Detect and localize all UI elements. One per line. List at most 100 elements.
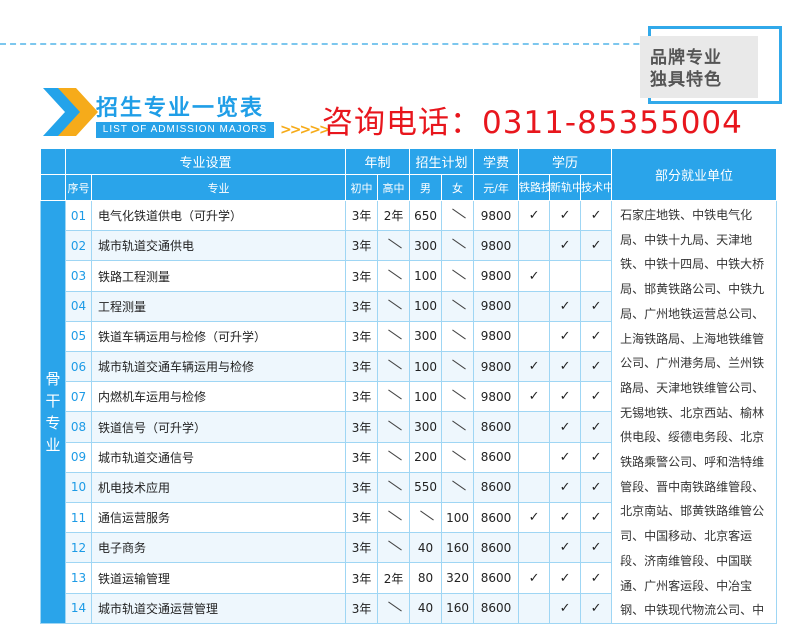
header-education: 学历	[518, 148, 613, 175]
cell-junior: 3年	[345, 260, 379, 292]
cell-jishu: ✓	[580, 411, 613, 443]
diagonal-dash-icon	[385, 269, 403, 281]
page-subtitle: LIST OF ADMISSION MAJORS	[96, 122, 274, 138]
cell-major: 铁道信号（可升学）	[90, 411, 347, 443]
cell-xingui: ✓	[549, 592, 582, 624]
cell-senior	[377, 471, 411, 504]
page-title: 招生专业一览表	[96, 96, 265, 121]
cell-female	[441, 411, 475, 443]
cell-fee: 8600	[473, 502, 520, 534]
table-body: 骨干专业 01 电气化铁道供电（可升学） 3年 2年 650 9800 ✓ ✓ ✓ 石家庄地铁、中铁…	[40, 199, 778, 624]
cell-seq: 14	[65, 592, 92, 624]
cell-senior	[377, 230, 411, 262]
cell-major: 通信运营服务	[90, 502, 347, 534]
diagonal-dash-icon	[449, 389, 467, 401]
cell-xingui: ✓	[549, 532, 582, 564]
cell-major: 电子商务	[90, 532, 347, 564]
cell-major: 城市轨道交通供电	[90, 230, 347, 262]
cell-senior	[377, 320, 411, 353]
diagonal-dash-icon	[449, 329, 467, 341]
cell-jishu: ✓	[580, 471, 613, 504]
header-enrollment-plan: 招生计划	[409, 148, 475, 175]
brand-slogan: 品牌专业 独具特色	[650, 47, 722, 91]
diagonal-dash-icon	[385, 389, 403, 401]
cell-junior: 3年	[345, 532, 379, 564]
cell-major: 内燃机车运用与检修	[90, 381, 347, 413]
header-tuition: 学费	[473, 148, 520, 175]
cell-junior: 3年	[345, 411, 379, 443]
cell-seq: 04	[65, 290, 92, 322]
cell-male: 300	[409, 230, 443, 262]
header-seq: 序号	[65, 174, 92, 201]
cell-tielu: ✓	[518, 260, 551, 292]
cell-xingui: ✓	[549, 381, 582, 413]
cell-junior: 3年	[345, 592, 379, 624]
cell-fee: 9800	[473, 351, 520, 383]
cell-junior: 3年	[345, 562, 379, 594]
cell-jishu: ✓	[580, 441, 613, 473]
cell-major: 铁道运输管理	[90, 562, 347, 594]
cell-male: 200	[409, 441, 443, 473]
diagonal-dash-icon	[449, 299, 467, 311]
cell-major: 工程测量	[90, 290, 347, 322]
cell-tielu: ✓	[518, 199, 551, 232]
cell-seq: 09	[65, 441, 92, 473]
cell-seq: 08	[65, 411, 92, 443]
diagonal-dash-icon	[385, 420, 403, 432]
cell-seq: 10	[65, 471, 92, 504]
cell-tielu	[518, 471, 551, 504]
cell-seq: 01	[65, 199, 92, 232]
phone-number: 咨询电话：0311-85355004	[322, 105, 743, 141]
diagonal-dash-icon	[449, 480, 467, 492]
cell-male	[409, 502, 443, 534]
cell-fee: 8600	[473, 441, 520, 473]
diagonal-dash-icon	[385, 540, 403, 552]
cell-senior	[377, 502, 411, 534]
cell-jishu: ✓	[580, 592, 613, 624]
header-new-rail: 新轨中专	[549, 174, 582, 201]
cell-male: 40	[409, 532, 443, 564]
cell-fee: 9800	[473, 230, 520, 262]
cell-seq: 06	[65, 351, 92, 383]
cell-jishu: ✓	[580, 290, 613, 322]
cell-tielu: ✓	[518, 351, 551, 383]
header-blank-2	[40, 174, 66, 201]
cell-female: 320	[441, 562, 475, 594]
cell-junior: 3年	[345, 471, 379, 504]
cell-xingui	[549, 260, 582, 292]
cell-seq: 07	[65, 381, 92, 413]
cell-fee: 8600	[473, 532, 520, 564]
cell-seq: 05	[65, 320, 92, 353]
cell-female	[441, 381, 475, 413]
diagonal-dash-icon	[385, 601, 403, 613]
cell-fee: 8600	[473, 411, 520, 443]
cell-jishu: ✓	[580, 230, 613, 262]
cell-jishu: ✓	[580, 532, 613, 564]
category-text: 骨干专业	[45, 369, 61, 454]
header-female: 女	[441, 174, 475, 201]
cell-male: 80	[409, 562, 443, 594]
cell-xingui: ✓	[549, 290, 582, 322]
cell-junior: 3年	[345, 320, 379, 353]
cell-female: 160	[441, 592, 475, 624]
cell-male: 100	[409, 381, 443, 413]
cell-male: 650	[409, 199, 443, 232]
cell-xingui: ✓	[549, 562, 582, 594]
header-senior: 高中	[377, 174, 411, 201]
diagonal-dash-icon	[449, 420, 467, 432]
cell-major: 城市轨道交通车辆运用与检修	[90, 351, 347, 383]
cell-fee: 9800	[473, 381, 520, 413]
diagonal-dash-icon	[385, 359, 403, 371]
cell-senior: 2年	[377, 562, 411, 594]
header-major: 专业	[90, 174, 347, 201]
cell-major: 电气化铁道供电（可升学）	[90, 199, 347, 232]
cell-male: 100	[409, 351, 443, 383]
header-employers: 部分就业单位	[611, 148, 778, 201]
cell-female	[441, 260, 475, 292]
cell-junior: 3年	[345, 381, 379, 413]
cell-senior	[377, 592, 411, 624]
cell-seq: 13	[65, 562, 92, 594]
header-male: 男	[409, 174, 443, 201]
cell-tielu	[518, 230, 551, 262]
cell-fee: 9800	[473, 199, 520, 232]
